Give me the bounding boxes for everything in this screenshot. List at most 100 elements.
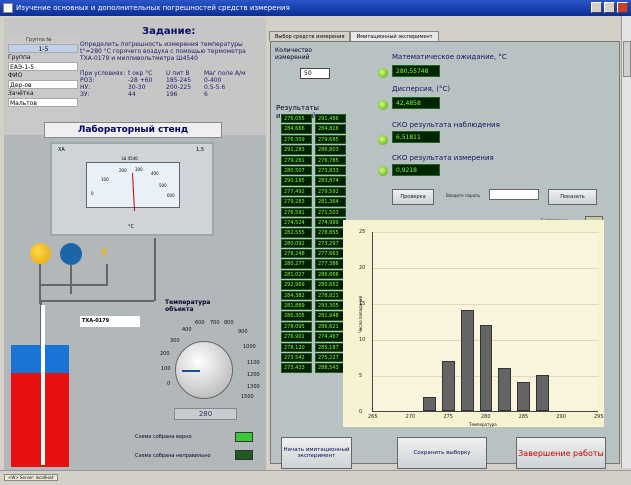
- result-cell: 276,055: [281, 114, 312, 124]
- stand-title: Лабораторный стенд: [44, 122, 222, 138]
- stat-value: 280,55748: [392, 65, 440, 77]
- magnet-icon[interactable]: [60, 243, 82, 265]
- y-tick-label: 10: [359, 337, 366, 343]
- scale-tick: 500: [159, 183, 167, 188]
- qty-input[interactable]: 50: [300, 68, 330, 79]
- name-field[interactable]: Дер-ов: [8, 80, 78, 89]
- result-cell: 277,663: [315, 249, 346, 259]
- group-selected[interactable]: 1-5: [8, 44, 78, 53]
- minimize-button[interactable]: [591, 2, 602, 13]
- temperature-knob[interactable]: [175, 341, 233, 399]
- wire: [154, 238, 156, 301]
- result-cell: 274,467: [315, 332, 346, 342]
- result-cell: 282,555: [281, 228, 312, 238]
- check-button[interactable]: Проверка: [392, 189, 434, 205]
- histogram-bar: [460, 310, 474, 411]
- result-cell: 276,785: [315, 155, 346, 165]
- x-tick-label: 270: [405, 414, 416, 420]
- dial-tick: 800: [224, 320, 234, 326]
- histogram-bar: [441, 360, 455, 411]
- cond-cell: 6: [204, 91, 208, 98]
- cond-header: При условиях:: [80, 70, 126, 77]
- cond-cell: 44: [128, 91, 136, 98]
- scale-tick: 100: [101, 177, 109, 182]
- dial-tick: 100: [161, 366, 171, 372]
- stat-label: СКО результата наблюдения: [392, 121, 500, 129]
- cond-header: Маг поле А/м: [204, 70, 246, 77]
- result-cell: 290,185: [281, 176, 312, 186]
- wire: [40, 300, 154, 302]
- close-button[interactable]: [617, 2, 628, 13]
- result-cell: 274,999: [315, 217, 346, 228]
- dial-tick: 1100: [247, 360, 260, 366]
- wire: [40, 284, 108, 286]
- meter-needle: [132, 172, 135, 212]
- show-button[interactable]: Показать: [548, 189, 597, 205]
- cond-cell: 196: [166, 91, 178, 98]
- wire: [106, 264, 108, 284]
- cond-cell: 185-245: [166, 77, 192, 84]
- group-field[interactable]: ЕАЭ-1-5: [8, 62, 78, 71]
- result-cell: 276,591: [281, 207, 312, 217]
- meter-brand: ХА: [58, 147, 65, 153]
- lightning-icon[interactable]: ⚡: [98, 243, 110, 263]
- cond-cell: -28 +60: [128, 77, 153, 84]
- power-indicator-icon[interactable]: [30, 243, 51, 264]
- table-row: НУ: 30-30 200-225 0.5-5.6: [80, 84, 256, 91]
- result-cell: 273,833: [315, 165, 346, 176]
- cond-cell: РОЗ:: [80, 77, 95, 84]
- record-field[interactable]: Мальтов: [8, 98, 78, 107]
- dial-tick: 600: [195, 320, 205, 326]
- results-column-2: 291,486 284,816 279,685 286,803 276,785 273,8…: [315, 114, 346, 374]
- object-title: Температура объекта: [165, 299, 211, 313]
- start-experiment-button[interactable]: Начать имитационный эксперимент: [281, 437, 352, 469]
- password-input[interactable]: [489, 189, 539, 200]
- result-cell: 279,592: [315, 186, 346, 197]
- result-cell: 280,092: [281, 238, 312, 249]
- thermocouple-rod: [41, 305, 45, 465]
- scrollbar-thumb[interactable]: [623, 41, 631, 77]
- title-bar: Изучение основных и дополнительных погре…: [0, 0, 631, 16]
- result-cell: 279,283: [281, 197, 312, 207]
- task-text: Определить погрешность измерения темпера…: [80, 41, 246, 62]
- finish-button[interactable]: Завершение работы: [516, 437, 606, 469]
- scale-tick: 600: [167, 193, 175, 198]
- led-correct-label: Схема собрана верно: [135, 434, 192, 440]
- millivoltmeter: ХА 1,5 Ш 4540 0 100 200 300 400 500 600 …: [50, 142, 214, 236]
- y-tick-label: 25: [359, 229, 366, 235]
- stat-label: Математическое ожидание, °С: [392, 53, 507, 61]
- tab-bar: Выбор средств измерения Имитационный экс…: [269, 31, 439, 41]
- table-row: При условиях: t окр °С U пит В Маг поле А/м: [80, 70, 256, 77]
- led-wrong-label: Схема собрана неправильно: [135, 453, 211, 459]
- list-header: Группа №: [26, 37, 52, 43]
- scrollbar[interactable]: [621, 16, 631, 468]
- result-cell: 275,227: [315, 352, 346, 363]
- result-cell: 278,855: [315, 228, 346, 238]
- task-title: Задание:: [142, 26, 196, 37]
- stat-value: 42,4858: [392, 97, 440, 109]
- x-tick-label: 295: [594, 414, 604, 420]
- dial-tick: 400: [182, 327, 192, 333]
- dial-tick: 0: [167, 381, 171, 387]
- results-column-1: 276,055 284,666 276,309 291,283 279,261 280,5…: [281, 114, 312, 374]
- stat-value: 6,51811: [392, 131, 440, 143]
- result-cell: 293,305: [315, 301, 346, 311]
- maximize-button[interactable]: [604, 2, 615, 13]
- led-icon: [378, 68, 388, 78]
- dial-tick: 1000: [243, 344, 256, 350]
- tab-select-instruments[interactable]: Выбор средств измерения: [269, 31, 351, 41]
- result-cell: 277,386: [315, 259, 346, 269]
- tab-experiment[interactable]: Имитационный эксперимент: [350, 31, 439, 41]
- grid-line: [373, 268, 599, 269]
- save-sample-button[interactable]: Сохранить выборку: [397, 437, 487, 469]
- led-icon: [378, 100, 388, 110]
- meter-model: Ш 4540: [122, 156, 138, 161]
- result-cell: 281,364: [315, 197, 346, 207]
- cond-cell: 30-30: [128, 84, 146, 91]
- dial-tick: 700: [210, 320, 220, 326]
- result-cell: 288,543: [315, 363, 346, 373]
- result-cell: 280,507: [281, 165, 312, 176]
- result-cell: 281,948: [315, 311, 346, 321]
- password-label: Введите пароль: [446, 193, 480, 198]
- dial-tick: 300: [170, 338, 180, 344]
